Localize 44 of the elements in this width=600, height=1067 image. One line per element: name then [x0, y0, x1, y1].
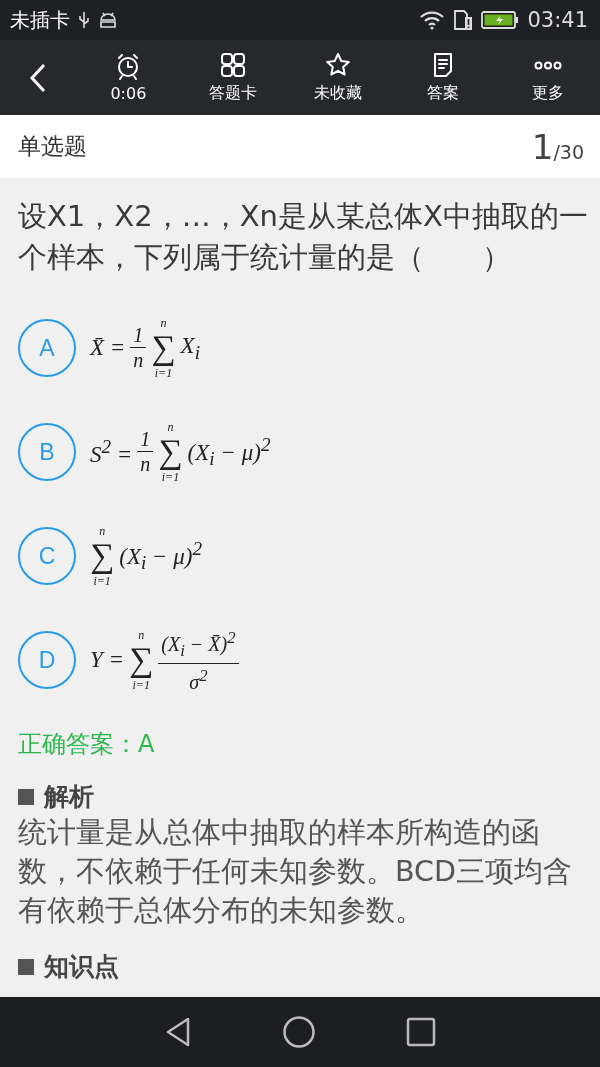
question-total: /30	[553, 140, 584, 163]
section-heading: 知识点	[44, 951, 119, 983]
summation: n ∑ i=1	[151, 317, 176, 379]
fraction: 1 n	[137, 427, 154, 477]
home-circle-icon	[282, 1015, 316, 1049]
back-button[interactable]	[164, 1016, 192, 1048]
summation: n ∑ i=1	[129, 629, 154, 691]
section-heading: 解析	[44, 781, 94, 813]
square-bullet-icon	[18, 958, 34, 975]
toolbar-button[interactable]: 答案	[390, 45, 496, 110]
square-bullet-icon	[18, 788, 34, 805]
recents-square-icon	[406, 1017, 436, 1047]
summation: n ∑ i=1	[158, 421, 183, 483]
correct-answer: 正确答案：A	[18, 729, 156, 760]
back-icon	[28, 61, 48, 94]
back-triangle-icon	[164, 1016, 192, 1048]
sim-alert-icon	[453, 9, 474, 31]
carrier-text: 未插卡	[10, 6, 70, 34]
more-icon	[533, 60, 562, 70]
summation: n ∑ i=1	[90, 525, 115, 587]
fraction: (X$_{i}$ − X̄)$^{2}$ σ$^{2}$	[158, 626, 239, 694]
android-icon	[98, 11, 118, 29]
recents-button[interactable]	[406, 1017, 436, 1047]
toolbar-button[interactable]: 更多	[495, 45, 600, 110]
formula-term: X$_{i}$	[180, 332, 200, 364]
question-type: 单选题	[18, 132, 87, 161]
grid-icon	[219, 51, 248, 79]
toolbar-button[interactable]: 未收藏	[285, 45, 391, 110]
formula-term: (X$_{i}$ − μ)$^{2}$	[187, 433, 271, 471]
clock-text: 03:41	[527, 8, 588, 32]
battery-charging-icon	[481, 10, 520, 30]
question-text: 设X1，X2，…，Xn是从某总体X中抽取的一个样本，下列属于统计量的是（ ）	[18, 198, 589, 276]
home-button[interactable]	[282, 1015, 316, 1049]
question-number: 1	[531, 126, 554, 167]
formula-term: S$^{2}$ =	[90, 436, 133, 468]
fraction: 1 n	[130, 323, 147, 373]
toolbar-button[interactable]: 0:06	[76, 46, 181, 109]
wifi-icon	[419, 10, 446, 30]
formula-term: Y =	[90, 647, 125, 673]
analysis-text: 统计量是从总体中抽取的样本所构造的函数，不依赖于任何未知参数。BCD三项均含有依赖于总体分布的未知参数。	[18, 815, 573, 929]
usb-icon	[78, 10, 90, 30]
formula-term: X̄ =	[90, 335, 126, 361]
toolbar-button[interactable]: 答题卡	[180, 45, 286, 110]
formula-term: (X$_{i}$ − μ)$^{2}$	[119, 537, 203, 575]
